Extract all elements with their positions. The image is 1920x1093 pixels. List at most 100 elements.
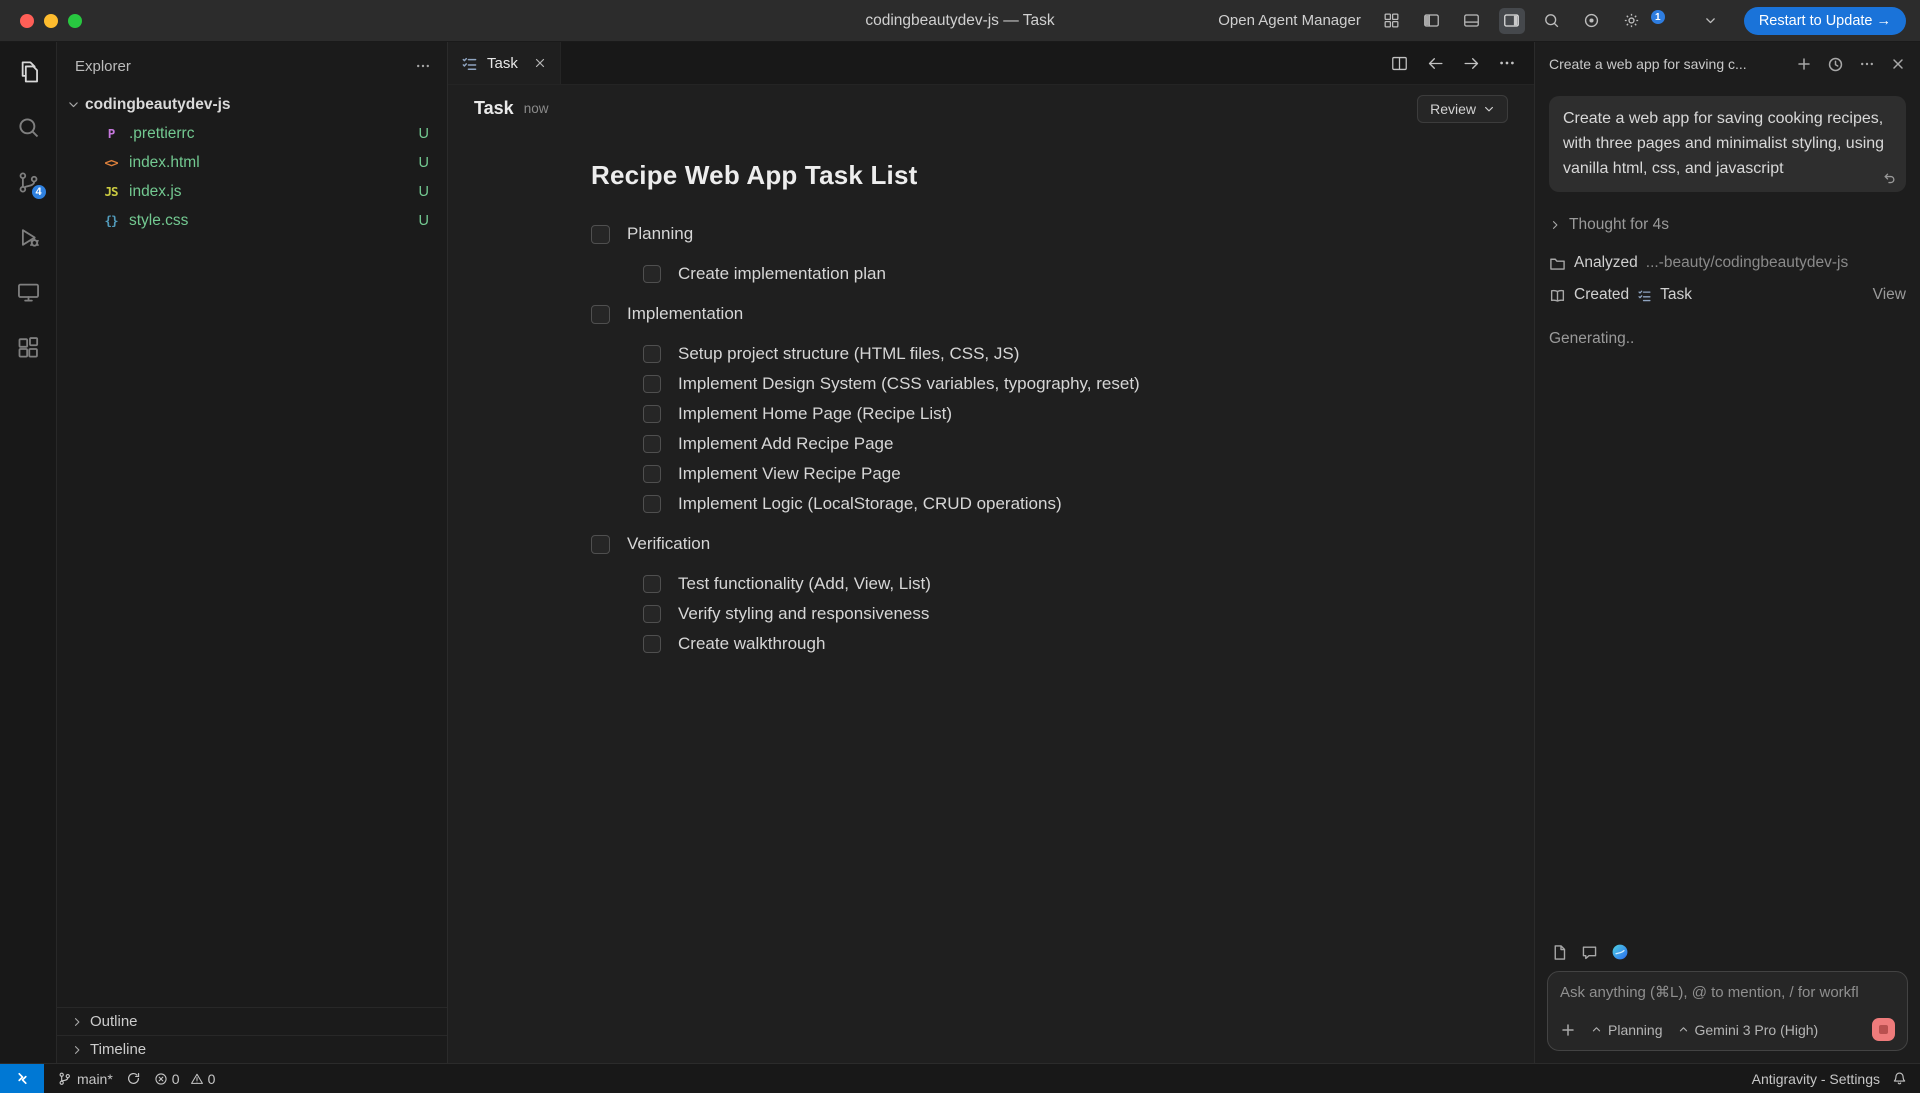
- model-label: Gemini 3 Pro (High): [1695, 1022, 1819, 1038]
- user-message-text: Create a web app for saving cooking reci…: [1563, 110, 1884, 177]
- document-title: Task: [474, 98, 514, 119]
- task-item: Test functionality (Add, View, List): [643, 569, 1391, 599]
- outline-label: Outline: [90, 1013, 138, 1030]
- checkbox-icon[interactable]: [643, 435, 661, 453]
- git-branch-indicator[interactable]: main*: [57, 1071, 113, 1087]
- activity-bar: 4: [0, 42, 57, 1063]
- more-actions-icon[interactable]: [415, 58, 431, 74]
- root-folder-name: codingbeautydev-js: [85, 96, 231, 114]
- task-label: Implement Logic (LocalStorage, CRUD oper…: [678, 494, 1062, 514]
- agent-logo-icon[interactable]: [1611, 943, 1629, 961]
- task-label: Implement Add Recipe Page: [678, 434, 893, 454]
- extensions-icon[interactable]: [14, 333, 43, 362]
- minimize-window-button[interactable]: [44, 14, 58, 28]
- agent-input[interactable]: [1560, 984, 1895, 1001]
- stop-button[interactable]: [1872, 1018, 1895, 1041]
- history-icon[interactable]: [1827, 56, 1844, 73]
- source-control-icon[interactable]: 4: [14, 168, 43, 197]
- conversation-title[interactable]: Create a web app for saving c...: [1549, 56, 1781, 72]
- agent-input-card: Planning Gemini 3 Pro (High): [1547, 971, 1908, 1051]
- mode-selector[interactable]: Planning: [1591, 1022, 1663, 1038]
- checkbox-icon[interactable]: [643, 495, 661, 513]
- task-item: Verification: [591, 529, 1391, 559]
- app-window: codingbeautydev-js — Task Open Agent Man…: [0, 0, 1920, 1093]
- checkbox-icon[interactable]: [643, 575, 661, 593]
- user-avatar[interactable]: 1: [1659, 8, 1684, 33]
- layout-panel-bottom-icon[interactable]: [1459, 8, 1485, 34]
- file-row-prettierrc[interactable]: P .prettierrc U: [57, 119, 447, 148]
- close-window-button[interactable]: [20, 14, 34, 28]
- created-item: Task: [1660, 286, 1692, 304]
- sync-changes-button[interactable]: [126, 1071, 141, 1086]
- navigate-forward-icon[interactable]: [1462, 54, 1481, 73]
- open-agent-manager-button[interactable]: Open Agent Manager: [1218, 12, 1361, 29]
- error-icon: [154, 1072, 168, 1086]
- chevron-down-icon[interactable]: [1698, 8, 1724, 34]
- checkbox-icon[interactable]: [643, 465, 661, 483]
- agent-panel-header: Create a web app for saving c...: [1535, 42, 1920, 86]
- add-context-icon[interactable]: [1560, 1022, 1576, 1038]
- thought-row[interactable]: Thought for 4s: [1549, 216, 1906, 234]
- browser-icon[interactable]: [1579, 8, 1605, 34]
- file-icon[interactable]: [1551, 944, 1568, 961]
- model-selector[interactable]: Gemini 3 Pro (High): [1678, 1022, 1819, 1038]
- root-folder-row[interactable]: codingbeautydev-js: [57, 90, 447, 119]
- tab-task[interactable]: Task: [448, 42, 561, 84]
- task-item: Implement Home Page (Recipe List): [643, 399, 1391, 429]
- git-status-badge: U: [419, 184, 429, 200]
- outline-section[interactable]: Outline: [57, 1007, 447, 1035]
- new-conversation-icon[interactable]: [1796, 56, 1812, 72]
- problems-indicator[interactable]: 0 0: [154, 1071, 222, 1087]
- file-row-index-html[interactable]: <> index.html U: [57, 148, 447, 177]
- review-button[interactable]: Review: [1417, 95, 1508, 123]
- zoom-window-button[interactable]: [68, 14, 82, 28]
- search-icon[interactable]: [1539, 8, 1565, 34]
- close-icon[interactable]: [1890, 56, 1906, 72]
- restart-to-update-button[interactable]: Restart to Update →: [1744, 7, 1906, 35]
- layout-sidebar-left-icon[interactable]: [1419, 8, 1445, 34]
- file-row-style-css[interactable]: {} style.css U: [57, 206, 447, 235]
- timeline-section[interactable]: Timeline: [57, 1035, 447, 1063]
- agent-toolbar: [1551, 943, 1904, 961]
- sidebar-title: Explorer: [75, 58, 131, 75]
- checkbox-icon[interactable]: [643, 375, 661, 393]
- close-icon[interactable]: [533, 56, 547, 70]
- view-link[interactable]: View: [1873, 286, 1906, 304]
- checkbox-icon[interactable]: [591, 305, 610, 324]
- checkbox-icon[interactable]: [643, 635, 661, 653]
- explorer-icon[interactable]: [14, 58, 43, 87]
- tab-label: Task: [487, 55, 518, 72]
- git-status-badge: U: [419, 126, 429, 142]
- gear-icon[interactable]: [1619, 8, 1645, 34]
- bell-icon[interactable]: [1892, 1071, 1907, 1086]
- checkbox-icon[interactable]: [643, 605, 661, 623]
- file-name: .prettierrc: [129, 125, 411, 143]
- file-row-index-js[interactable]: JS index.js U: [57, 177, 447, 206]
- titlebar-actions: Open Agent Manager: [1218, 7, 1906, 35]
- checkbox-icon[interactable]: [643, 345, 661, 363]
- analyzed-row[interactable]: Analyzed ...-beauty/codingbeautydev-js: [1549, 254, 1906, 272]
- created-row[interactable]: Created Task View: [1549, 286, 1906, 304]
- navigate-back-icon[interactable]: [1426, 54, 1445, 73]
- run-debug-icon[interactable]: [14, 223, 43, 252]
- task-label: Test functionality (Add, View, List): [678, 574, 931, 594]
- more-actions-icon[interactable]: [1859, 56, 1875, 72]
- settings-status-label[interactable]: Antigravity - Settings: [1752, 1071, 1880, 1087]
- user-message-card: Create a web app for saving cooking reci…: [1549, 96, 1906, 192]
- thought-label: Thought for 4s: [1569, 216, 1669, 234]
- more-actions-icon[interactable]: [1498, 54, 1516, 72]
- agent-panel: Create a web app for saving c... Create …: [1534, 42, 1920, 1063]
- checkbox-icon[interactable]: [643, 265, 661, 283]
- remote-explorer-icon[interactable]: [14, 278, 43, 307]
- checkbox-icon[interactable]: [591, 535, 610, 554]
- remote-indicator[interactable]: [0, 1064, 44, 1093]
- split-editor-icon[interactable]: [1390, 54, 1409, 73]
- comment-icon[interactable]: [1581, 944, 1598, 961]
- undo-icon[interactable]: [1881, 170, 1896, 185]
- layout-sidebar-right-icon[interactable]: [1499, 8, 1525, 34]
- checkbox-icon[interactable]: [591, 225, 610, 244]
- search-icon[interactable]: [14, 113, 43, 142]
- agent-grid-icon[interactable]: [1379, 8, 1405, 34]
- checkbox-icon[interactable]: [643, 405, 661, 423]
- chevron-right-icon: [71, 1044, 83, 1056]
